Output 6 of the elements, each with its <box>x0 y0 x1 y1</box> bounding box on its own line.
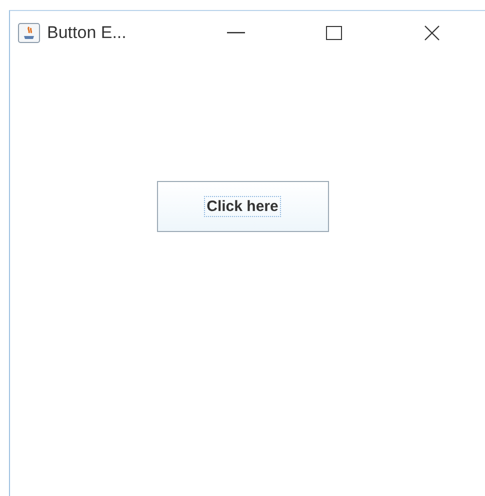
click-button[interactable]: Click here <box>156 181 328 232</box>
window-title: Button E... <box>47 23 128 43</box>
minimize-icon <box>227 32 245 34</box>
maximize-icon <box>326 26 342 40</box>
close-icon <box>424 25 440 41</box>
app-icon <box>18 23 40 43</box>
